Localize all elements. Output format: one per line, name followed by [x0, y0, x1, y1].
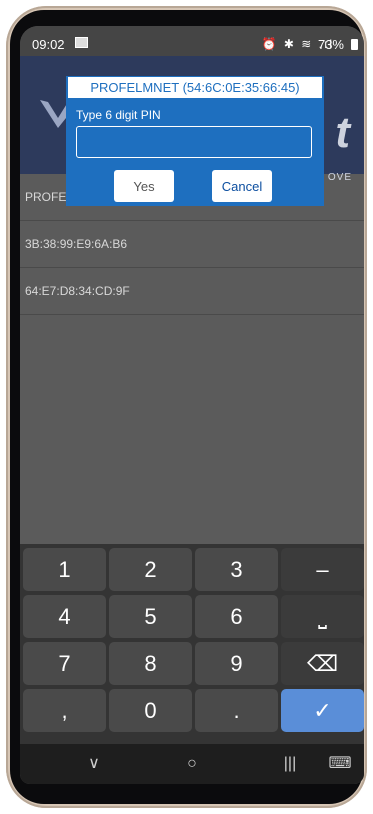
gallery-icon [75, 37, 88, 48]
status-bar: 09:02 ⏰ ✱ ≋ .ıl 73% [20, 26, 364, 56]
done-key[interactable]: ✓ [281, 689, 364, 732]
screen: 09:02 ⏰ ✱ ≋ .ıl 73% t OVE PROFE 3B:38:99… [20, 26, 364, 784]
navigation-bar: ∨ ○ ||| ⌨ [20, 744, 364, 784]
device-row[interactable]: 64:E7:D8:34:CD:9F [20, 268, 364, 315]
battery-icon [351, 39, 358, 50]
pin-input[interactable] [76, 126, 312, 158]
cancel-button[interactable]: Cancel [212, 170, 272, 202]
back-chevron-icon[interactable]: ∨ [74, 750, 114, 778]
battery-percent: 73% [317, 37, 344, 52]
numeric-keypad: 1 2 3 – 4 5 6 ⎵ 7 8 9 ⌫ , 0 . ✓ [20, 544, 364, 744]
key-comma[interactable]: , [23, 689, 106, 732]
pin-dialog: PROFELMNET (54:6C:0E:35:66:45) Type 6 di… [66, 76, 324, 206]
key-6[interactable]: 6 [195, 595, 278, 638]
key-7[interactable]: 7 [23, 642, 106, 685]
key-minus[interactable]: – [281, 548, 364, 591]
home-icon[interactable]: ○ [172, 750, 212, 778]
backspace-key[interactable]: ⌫ [281, 642, 364, 685]
key-4[interactable]: 4 [23, 595, 106, 638]
key-8[interactable]: 8 [109, 642, 192, 685]
keyboard-icon[interactable]: ⌨ [320, 750, 360, 778]
logo-letter: t [335, 108, 350, 157]
key-2[interactable]: 2 [109, 548, 192, 591]
device-row[interactable]: 3B:38:99:E9:6A:B6 [20, 221, 364, 268]
pin-label: Type 6 digit PIN [76, 108, 161, 122]
key-1[interactable]: 1 [23, 548, 106, 591]
dialog-title: PROFELMNET (54:6C:0E:35:66:45) [68, 77, 322, 98]
key-3[interactable]: 3 [195, 548, 278, 591]
key-5[interactable]: 5 [109, 595, 192, 638]
key-0[interactable]: 0 [109, 689, 192, 732]
yes-button[interactable]: Yes [114, 170, 174, 202]
recents-icon[interactable]: ||| [270, 750, 310, 778]
key-period[interactable]: . [195, 689, 278, 732]
space-key[interactable]: ⎵ [281, 595, 364, 638]
key-9[interactable]: 9 [195, 642, 278, 685]
status-time: 09:02 [32, 37, 65, 52]
